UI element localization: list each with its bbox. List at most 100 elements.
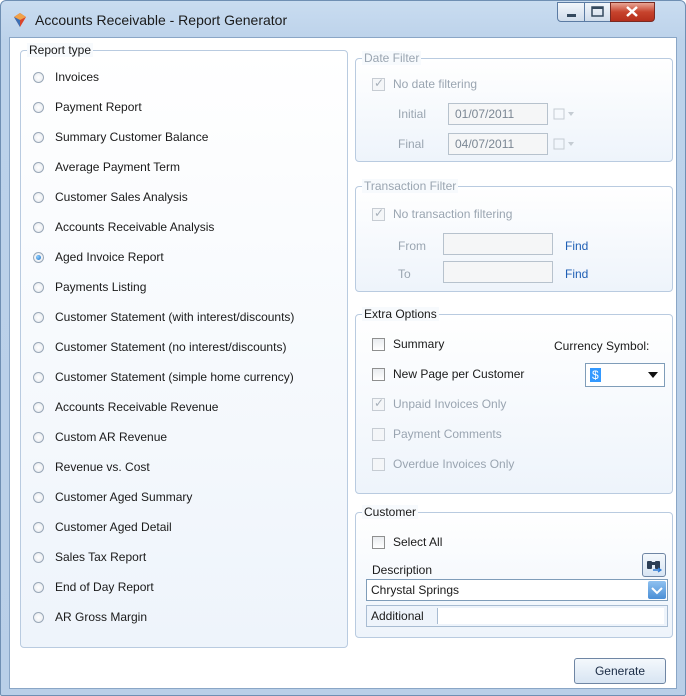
search-customer-button[interactable] xyxy=(642,553,666,577)
report-type-option-label: AR Gross Margin xyxy=(55,610,148,624)
report-type-legend: Report type xyxy=(27,43,94,57)
extra-options-group: Extra Options Summary Currency Symbol: N… xyxy=(355,307,673,494)
summary-checkbox[interactable] xyxy=(372,337,385,351)
calendar-dropdown-icon xyxy=(553,138,574,150)
report-type-option[interactable]: AR Gross Margin xyxy=(33,607,147,627)
date-filter-legend: Date Filter xyxy=(362,51,422,65)
maximize-button[interactable] xyxy=(584,2,611,22)
unpaid-checkbox[interactable] xyxy=(372,396,385,411)
maximize-icon xyxy=(591,6,604,17)
final-date-label: Final xyxy=(398,137,425,151)
window-title: Accounts Receivable - Report Generator xyxy=(35,12,288,28)
no-transaction-filter-row[interactable]: No transaction filtering xyxy=(372,206,513,221)
report-type-option[interactable]: Customer Statement (simple home currency… xyxy=(33,367,294,387)
extra-options-legend: Extra Options xyxy=(362,307,439,321)
report-type-option[interactable]: Customer Aged Summary xyxy=(33,487,192,507)
report-type-option-label: Customer Statement (with interest/discou… xyxy=(55,310,295,324)
report-type-radio[interactable] xyxy=(33,191,44,203)
generate-button[interactable]: Generate xyxy=(574,658,666,684)
report-type-option[interactable]: Summary Customer Balance xyxy=(33,127,208,147)
new-page-label: New Page per Customer xyxy=(393,367,525,381)
report-type-option[interactable]: Payments Listing xyxy=(33,277,146,297)
no-date-filter-label: No date filtering xyxy=(393,77,478,91)
select-all-checkbox[interactable] xyxy=(372,535,385,549)
client-area: Report type Invoices Payment Report Summar… xyxy=(9,37,677,689)
report-type-radio[interactable] xyxy=(33,611,44,623)
report-type-radio[interactable] xyxy=(33,431,44,443)
additional-row: Additional xyxy=(366,605,668,627)
report-type-radio[interactable] xyxy=(33,551,44,563)
final-date-picker-button[interactable] xyxy=(548,134,582,154)
from-transaction-input[interactable] xyxy=(443,233,553,255)
report-type-option-label: Summary Customer Balance xyxy=(55,130,209,144)
binoculars-icon xyxy=(647,561,663,573)
report-type-option[interactable]: Invoices xyxy=(33,67,99,87)
report-type-option-label: Customer Statement (no interest/discount… xyxy=(55,340,287,354)
payment-comments-checkbox[interactable] xyxy=(372,427,385,441)
minimize-button[interactable] xyxy=(557,2,585,22)
title-bar[interactable]: Accounts Receivable - Report Generator xyxy=(1,1,685,37)
chevron-down-icon xyxy=(648,372,658,378)
additional-input[interactable] xyxy=(437,608,664,624)
find-from-link[interactable]: Find xyxy=(565,239,588,253)
report-type-option[interactable]: Payment Report xyxy=(33,97,142,117)
new-page-row[interactable]: New Page per Customer xyxy=(372,367,524,381)
report-type-radio[interactable] xyxy=(33,281,44,293)
select-all-label: Select All xyxy=(393,535,443,549)
summary-row[interactable]: Summary xyxy=(372,337,444,351)
report-type-option[interactable]: Revenue vs. Cost xyxy=(33,457,150,477)
description-dropdown-button[interactable] xyxy=(648,581,666,599)
report-type-option[interactable]: Customer Statement (with interest/discou… xyxy=(33,307,294,327)
report-type-option[interactable]: Aged Invoice Report xyxy=(33,247,164,267)
close-button[interactable] xyxy=(610,2,655,22)
report-type-option[interactable]: Customer Sales Analysis xyxy=(33,187,188,207)
report-type-option[interactable]: Accounts Receivable Analysis xyxy=(33,217,214,237)
customer-group: Customer Select All Description Chrystal… xyxy=(355,505,673,638)
report-type-option-label: Revenue vs. Cost xyxy=(55,460,150,474)
report-type-option[interactable]: Average Payment Term xyxy=(33,157,180,177)
initial-date-input[interactable]: 01/07/2011 xyxy=(448,103,548,125)
report-type-radio[interactable] xyxy=(33,71,44,83)
unpaid-row[interactable]: Unpaid Invoices Only xyxy=(372,396,507,411)
report-type-option[interactable]: Customer Aged Detail xyxy=(33,517,172,537)
report-type-radio[interactable] xyxy=(33,251,44,263)
report-type-option[interactable]: Custom AR Revenue xyxy=(33,427,167,447)
description-select[interactable]: Chrystal Springs xyxy=(366,579,668,601)
report-type-radio[interactable] xyxy=(33,581,44,593)
report-type-radio[interactable] xyxy=(33,311,44,323)
payment-comments-row[interactable]: Payment Comments xyxy=(372,427,502,441)
currency-symbol-select[interactable]: $ xyxy=(585,363,665,387)
report-type-radio[interactable] xyxy=(33,371,44,383)
report-type-option[interactable]: End of Day Report xyxy=(33,577,154,597)
no-date-filter-checkbox[interactable] xyxy=(372,76,385,91)
report-type-radio[interactable] xyxy=(33,131,44,143)
to-label: To xyxy=(398,267,411,281)
report-type-radio[interactable] xyxy=(33,221,44,233)
report-type-radio[interactable] xyxy=(33,461,44,473)
report-type-option-label: Customer Aged Detail xyxy=(55,520,172,534)
report-type-radio[interactable] xyxy=(33,161,44,173)
report-type-radio[interactable] xyxy=(33,101,44,113)
select-all-row[interactable]: Select All xyxy=(372,535,442,549)
find-to-link[interactable]: Find xyxy=(565,267,588,281)
report-type-option[interactable]: Accounts Receivable Revenue xyxy=(33,397,218,417)
report-type-radio[interactable] xyxy=(33,401,44,413)
overdue-row[interactable]: Overdue Invoices Only xyxy=(372,457,514,471)
no-transaction-filter-checkbox[interactable] xyxy=(372,206,385,221)
report-type-radio[interactable] xyxy=(33,521,44,533)
overdue-checkbox[interactable] xyxy=(372,457,385,471)
no-transaction-filter-label: No transaction filtering xyxy=(393,207,513,221)
report-type-option[interactable]: Sales Tax Report xyxy=(33,547,146,567)
description-label: Description xyxy=(372,563,433,577)
initial-date-picker-button[interactable] xyxy=(548,104,582,124)
report-type-radio[interactable] xyxy=(33,341,44,353)
no-date-filter-row[interactable]: No date filtering xyxy=(372,76,478,91)
unpaid-label: Unpaid Invoices Only xyxy=(393,397,507,411)
customer-legend: Customer xyxy=(362,505,419,519)
to-transaction-input[interactable] xyxy=(443,261,553,283)
report-type-radio[interactable] xyxy=(33,491,44,503)
date-filter-group: Date Filter No date filtering Initial 01… xyxy=(355,51,673,162)
final-date-input[interactable]: 04/07/2011 xyxy=(448,133,548,155)
new-page-checkbox[interactable] xyxy=(372,367,385,381)
report-type-option[interactable]: Customer Statement (no interest/discount… xyxy=(33,337,286,357)
